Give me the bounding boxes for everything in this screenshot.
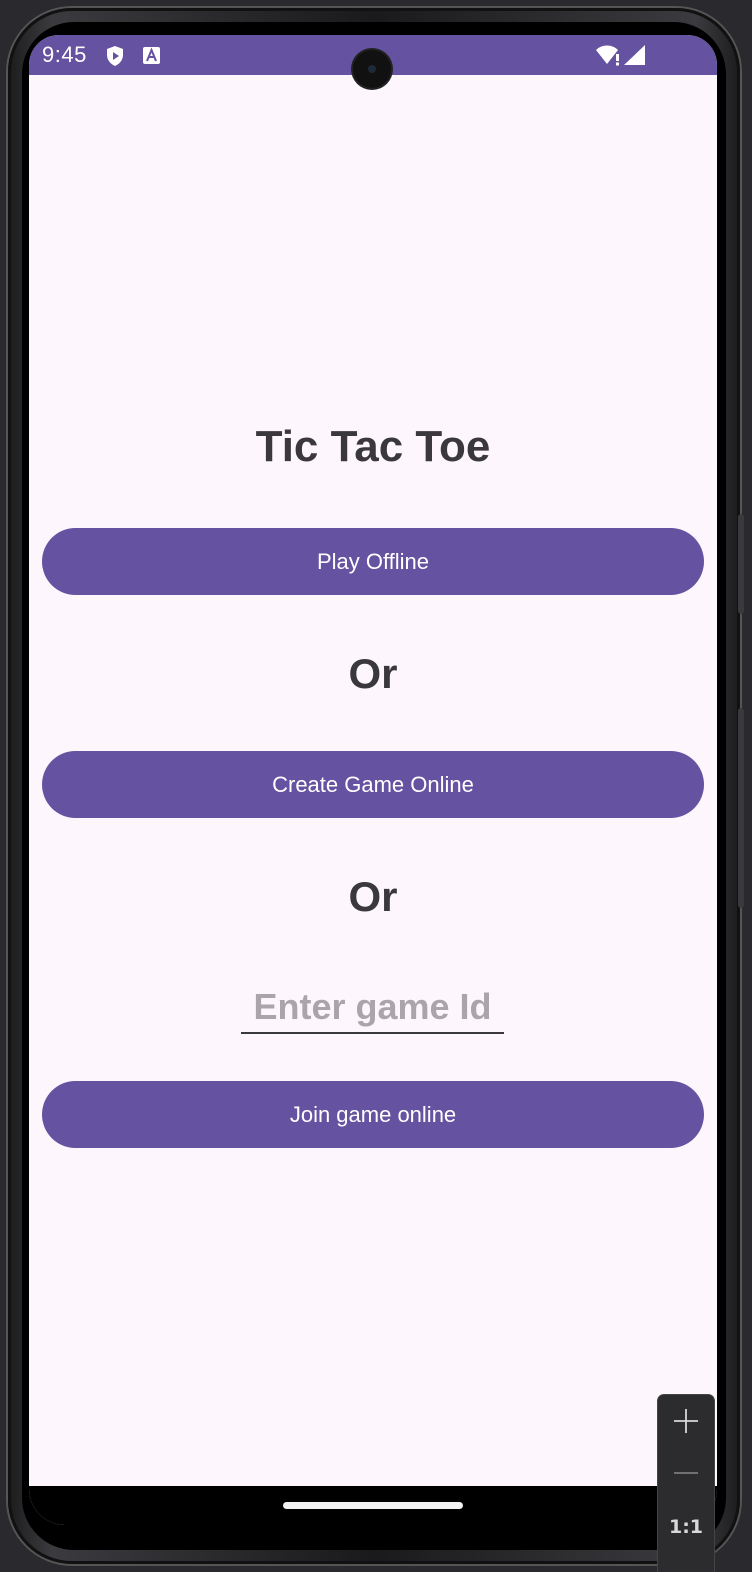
- main-content: Tic Tac Toe Play Offline Or Create Game …: [29, 75, 717, 1486]
- or-separator: Or: [348, 873, 398, 920]
- navigation-bar: [29, 1486, 717, 1525]
- home-indicator[interactable]: [283, 1502, 463, 1509]
- join-game-online-button[interactable]: Join game online: [42, 1081, 704, 1148]
- plus-icon: [672, 1407, 700, 1440]
- or-separator: Or: [348, 650, 398, 697]
- play-offline-button[interactable]: Play Offline: [42, 528, 704, 595]
- page-title: Tic Tac Toe: [255, 422, 491, 471]
- zoom-in-button[interactable]: [658, 1397, 714, 1449]
- actual-size-label: 1:1: [668, 1516, 704, 1538]
- zoom-out-button[interactable]: [658, 1449, 714, 1501]
- font-a-icon: [142, 46, 161, 70]
- phone-screen: 9:45 Tic Tac Toe Play Offline Or Create …: [29, 35, 717, 1525]
- actual-size-button[interactable]: 1:1: [658, 1501, 714, 1553]
- signal-icon: [622, 44, 646, 71]
- front-camera: [353, 50, 391, 88]
- status-time: 9:45: [42, 42, 87, 67]
- game-id-input[interactable]: [241, 982, 504, 1034]
- volume-key: [738, 514, 744, 614]
- create-game-online-button[interactable]: Create Game Online: [42, 751, 704, 818]
- wifi-alert-icon: [595, 44, 621, 71]
- shield-play-icon: [105, 45, 125, 72]
- power-key: [738, 708, 744, 908]
- minus-icon: [672, 1459, 700, 1492]
- emulator-zoom-controls: 1:1: [658, 1395, 714, 1572]
